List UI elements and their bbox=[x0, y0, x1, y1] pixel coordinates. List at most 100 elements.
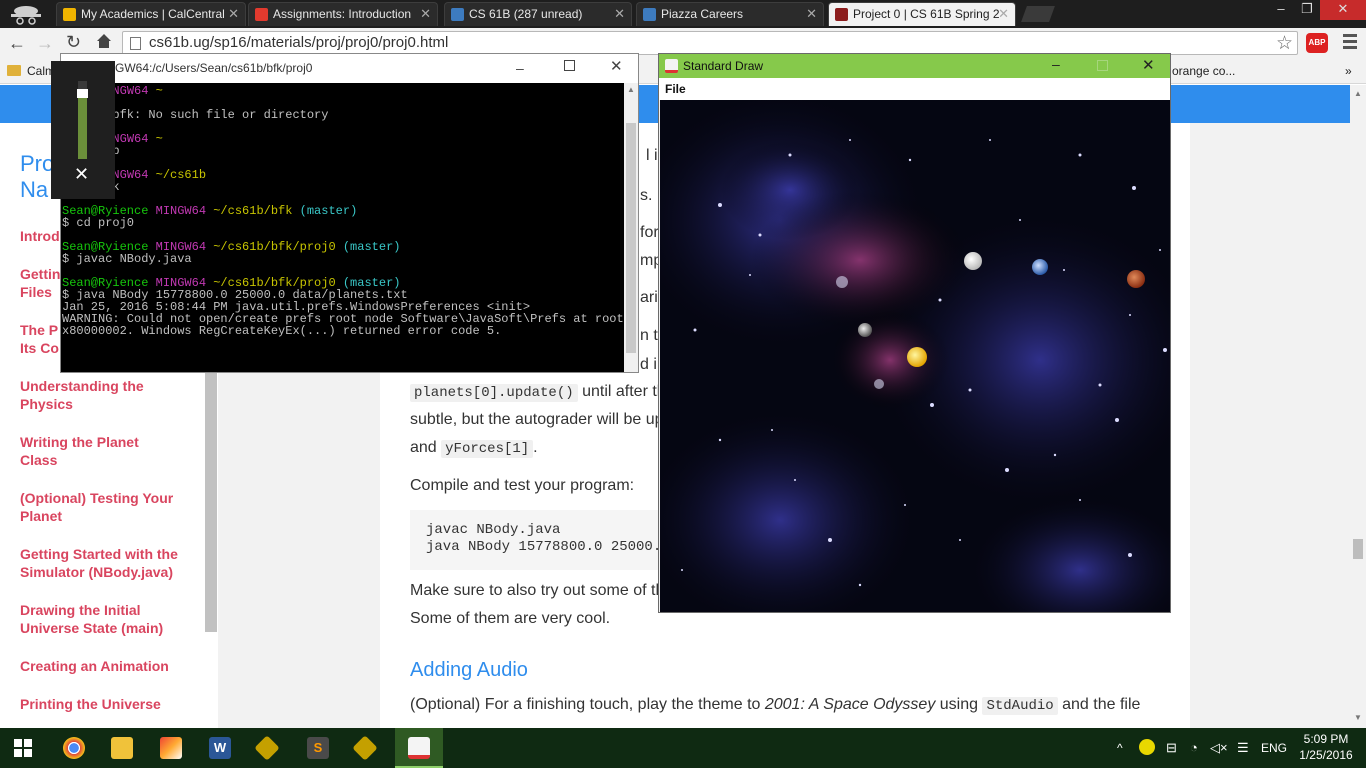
sidebar-item-simulator[interactable]: Getting Started with the Simulator (NBod… bbox=[20, 545, 190, 581]
sidebar-item-the-planet[interactable]: The P Its Co bbox=[20, 321, 60, 357]
sidebar-item-getting-files[interactable]: Gettin Files bbox=[20, 265, 60, 301]
scroll-down-icon[interactable]: ▼ bbox=[1354, 713, 1362, 722]
tray-app-icon[interactable] bbox=[1139, 739, 1155, 755]
clock-date: 1/25/2016 bbox=[1299, 748, 1353, 762]
new-tab-button[interactable] bbox=[1021, 6, 1055, 22]
planet-earth bbox=[1032, 259, 1048, 275]
terminal-close-icon[interactable]: ✕ bbox=[610, 57, 623, 75]
menu-icon[interactable] bbox=[1343, 34, 1357, 50]
sun bbox=[907, 347, 927, 367]
favicon-icon bbox=[643, 8, 656, 21]
tab-close-icon[interactable]: ✕ bbox=[806, 3, 817, 25]
wifi-icon[interactable]: ◔ bbox=[1190, 728, 1198, 768]
app-icon[interactable] bbox=[160, 737, 182, 759]
paragraph-text: Make sure to also try out some of th bbox=[410, 582, 665, 599]
stddraw-menu-file[interactable]: File bbox=[659, 78, 1170, 100]
windows-start-icon[interactable] bbox=[14, 739, 32, 757]
tab-label: My Academics | CalCentral bbox=[81, 7, 225, 21]
adblock-icon[interactable]: ABP bbox=[1306, 33, 1328, 53]
stddraw-maximize-icon[interactable] bbox=[1097, 60, 1108, 71]
paragraph-text: . bbox=[533, 439, 538, 456]
action-center-icon[interactable]: ☰ bbox=[1237, 728, 1249, 768]
text-fragment: s. bbox=[640, 187, 653, 204]
scroll-up-icon[interactable]: ▲ bbox=[1354, 89, 1362, 98]
clock[interactable]: 5:09 PM 1/25/2016 bbox=[1298, 731, 1354, 763]
home-icon[interactable] bbox=[95, 32, 115, 52]
volume-slider-thumb[interactable] bbox=[77, 88, 88, 98]
terminal-window: GW64:/c/Users/Sean/cs61b/bfk/proj0 – ✕ e… bbox=[60, 53, 639, 373]
tray-up-arrow-icon[interactable]: ^ bbox=[1117, 728, 1123, 768]
paragraph-text: Some of them are very cool. bbox=[410, 610, 611, 627]
terminal-scrollbar[interactable]: ▲ bbox=[624, 83, 638, 372]
word-icon[interactable]: W bbox=[209, 737, 231, 759]
text-fragment: for bbox=[640, 224, 659, 241]
code-block: javac NBody.java java NBody 15778800.0 2… bbox=[410, 510, 670, 570]
volume-flyout: ✕ bbox=[51, 61, 115, 199]
tab-3[interactable]: Piazza Careers ✕ bbox=[636, 2, 824, 26]
file-explorer-icon[interactable] bbox=[111, 737, 133, 759]
stddraw-window: Standard Draw – ✕ File bbox=[620, 53, 1220, 650]
paragraph-text: until after th bbox=[582, 383, 666, 400]
reload-icon[interactable]: ↻ bbox=[66, 32, 81, 53]
sidebar-item-planet-class[interactable]: Writing the Planet Class bbox=[20, 433, 150, 469]
clock-time: 5:09 PM bbox=[1303, 732, 1349, 746]
back-icon[interactable]: ← bbox=[8, 33, 26, 54]
mute-close-icon[interactable]: ✕ bbox=[74, 164, 89, 185]
paragraph-text: and the file bbox=[1057, 696, 1141, 713]
terminal-output[interactable]: ence MINGW64 ~ bfk d: bfk: No such file … bbox=[61, 83, 624, 372]
language-indicator[interactable]: ENG bbox=[1261, 728, 1287, 768]
sidebar-item-physics[interactable]: Understanding the Physics bbox=[20, 377, 160, 413]
paragraph-text: Compile and test your program: bbox=[410, 477, 635, 494]
tab-close-icon[interactable]: ✕ bbox=[998, 3, 1009, 25]
address-bar[interactable]: cs61b.ug/sp16/materials/proj/proj0/proj0… bbox=[122, 31, 1298, 55]
java-icon[interactable] bbox=[408, 737, 430, 759]
inline-code: yForces[1] bbox=[441, 440, 534, 458]
tray-network-icon[interactable]: ⊟ bbox=[1166, 728, 1177, 768]
inline-code: planets[0].update() bbox=[410, 384, 578, 402]
tab-close-icon[interactable]: ✕ bbox=[420, 3, 431, 25]
chrome-icon[interactable] bbox=[63, 737, 85, 759]
folder-icon bbox=[7, 65, 21, 76]
tab-label: CS 61B (287 unread) bbox=[469, 7, 583, 21]
section-heading: Adding Audio bbox=[410, 659, 528, 681]
scroll-thumb[interactable] bbox=[626, 123, 636, 353]
minimize-icon[interactable]: – bbox=[1268, 0, 1294, 20]
tab-1[interactable]: Assignments: Introduction ✕ bbox=[248, 2, 438, 26]
terminal-minimize-icon[interactable]: – bbox=[516, 60, 524, 76]
bookmark-orange[interactable]: orange co... bbox=[1172, 58, 1235, 84]
paragraph-text: using bbox=[935, 696, 983, 713]
forward-icon[interactable]: → bbox=[36, 33, 54, 54]
close-icon[interactable]: ✕ bbox=[1320, 0, 1366, 20]
sidebar-item-drawing[interactable]: Drawing the Initial Universe State (main… bbox=[20, 601, 170, 637]
terminal-maximize-icon[interactable] bbox=[564, 60, 575, 71]
tab-4[interactable]: Project 0 | CS 61B Spring 2 ✕ bbox=[828, 2, 1016, 26]
bookmark-star-icon[interactable]: ☆ bbox=[1276, 32, 1293, 55]
scroll-thumb[interactable] bbox=[1353, 539, 1363, 559]
sidebar-item-testing-planet[interactable]: (Optional) Testing Your Planet bbox=[20, 489, 190, 525]
stddraw-close-icon[interactable]: ✕ bbox=[1142, 56, 1155, 74]
space-scene bbox=[620, 80, 1220, 650]
page-scrollbar[interactable]: ▲ ▼ bbox=[1350, 85, 1366, 728]
speaker-icon[interactable]: ◁× bbox=[1210, 728, 1228, 768]
sidebar-item-animation[interactable]: Creating an Animation bbox=[20, 657, 195, 675]
terminal-segment: ~ bbox=[155, 84, 163, 98]
terminal-line: $ cd proj0 bbox=[62, 217, 624, 229]
star-glow bbox=[874, 379, 884, 389]
terminal-title: GW64:/c/Users/Sean/cs61b/bfk/proj0 bbox=[61, 54, 638, 83]
sublime-icon[interactable]: S bbox=[307, 737, 329, 759]
stddraw-minimize-icon[interactable]: – bbox=[1052, 56, 1060, 72]
restore-icon[interactable]: ❐ bbox=[1294, 0, 1320, 20]
volume-slider-track[interactable] bbox=[77, 81, 88, 159]
paragraph-text: subtle, but the autograder will be up bbox=[410, 411, 664, 428]
sidebar-title: Pro Na bbox=[20, 151, 54, 203]
terminal-line: $ javac NBody.java bbox=[62, 253, 624, 265]
scroll-up-icon[interactable]: ▲ bbox=[627, 85, 635, 94]
sidebar-item-printing[interactable]: Printing the Universe bbox=[20, 695, 195, 713]
emphasis-text: 2001: A Space Odyssey bbox=[764, 696, 936, 713]
tab-0[interactable]: My Academics | CalCentral ✕ bbox=[56, 2, 246, 26]
tab-2[interactable]: CS 61B (287 unread) ✕ bbox=[444, 2, 632, 26]
tab-close-icon[interactable]: ✕ bbox=[228, 3, 239, 25]
overflow-chevron-icon[interactable]: » bbox=[1345, 58, 1352, 84]
inline-code: StdAudio bbox=[982, 697, 1058, 715]
tab-close-icon[interactable]: ✕ bbox=[614, 3, 625, 25]
